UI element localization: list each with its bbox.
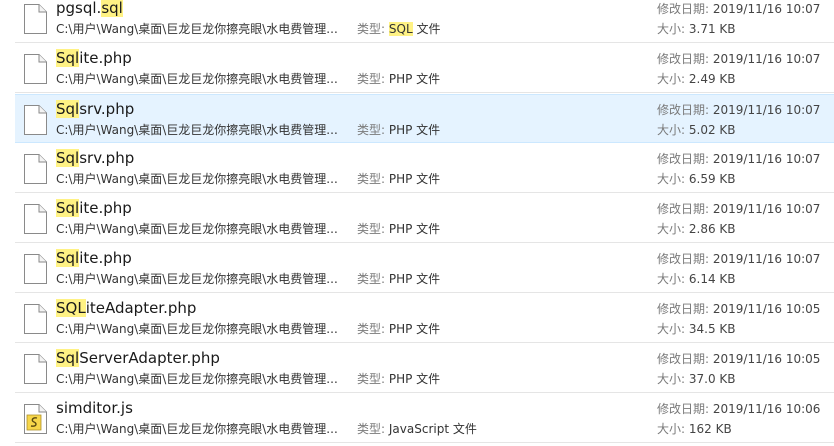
blank-file-icon [24, 154, 47, 184]
file-size: 大小: 162 KB [657, 422, 732, 436]
modified-date: 修改日期: 2019/11/16 10:05 [657, 302, 821, 316]
file-path: C:\用户\Wang\桌面\巨龙巨龙你擦亮眼\水电费管理... [56, 22, 338, 36]
file-row-selected[interactable]: Sqlsrv.php C:\用户\Wang\桌面\巨龙巨龙你擦亮眼\水电费管理.… [15, 94, 834, 143]
file-path: C:\用户\Wang\桌面\巨龙巨龙你擦亮眼\水电费管理... [56, 72, 338, 86]
file-size: 大小: 3.71 KB [657, 22, 736, 36]
search-match-highlight: Sql [56, 249, 80, 267]
modified-date: 修改日期: 2019/11/16 10:07 [657, 252, 821, 266]
search-match-highlight: SQL [56, 299, 86, 317]
file-name[interactable]: SqlServerAdapter.php [56, 349, 220, 368]
file-size: 大小: 5.02 KB [657, 123, 736, 137]
file-path: C:\用户\Wang\桌面\巨龙巨龙你擦亮眼\水电费管理... [56, 222, 338, 236]
modified-date: 修改日期: 2019/11/16 10:06 [657, 402, 821, 416]
file-name[interactable]: Sqlite.php [56, 199, 132, 218]
blank-file-icon [24, 105, 47, 135]
file-type: 类型: PHP 文件 [357, 172, 441, 186]
search-match-highlight: Sql [56, 349, 80, 367]
search-match-highlight: Sql [56, 199, 80, 217]
file-name[interactable]: Sqlite.php [56, 249, 132, 268]
file-type: 类型: PHP 文件 [357, 322, 441, 336]
blank-file-icon [24, 4, 47, 34]
file-row[interactable]: simditor.js C:\用户\Wang\桌面\巨龙巨龙你擦亮眼\水电费管理… [15, 394, 834, 443]
file-name[interactable]: Sqlsrv.php [56, 100, 134, 119]
search-results-list: pgsql.sql C:\用户\Wang\桌面\巨龙巨龙你擦亮眼\水电费管理..… [0, 0, 834, 446]
file-row[interactable]: SqlServerAdapter.php C:\用户\Wang\桌面\巨龙巨龙你… [15, 344, 834, 393]
file-type: 类型: SQL 文件 [357, 22, 441, 36]
file-type: 类型: JavaScript 文件 [357, 422, 477, 436]
file-name[interactable]: pgsql.sql [56, 0, 123, 18]
javascript-file-icon [24, 404, 47, 434]
file-row[interactable]: SQLiteAdapter.php C:\用户\Wang\桌面\巨龙巨龙你擦亮眼… [15, 294, 834, 343]
file-type: 类型: PHP 文件 [357, 272, 441, 286]
file-row[interactable]: Sqlsrv.php C:\用户\Wang\桌面\巨龙巨龙你擦亮眼\水电费管理.… [15, 144, 834, 193]
file-size: 大小: 6.14 KB [657, 272, 736, 286]
file-name[interactable]: Sqlite.php [56, 49, 132, 68]
modified-date: 修改日期: 2019/11/16 10:05 [657, 352, 821, 366]
file-size: 大小: 2.86 KB [657, 222, 736, 236]
file-type: 类型: PHP 文件 [357, 222, 441, 236]
search-match-highlight: SQL [388, 22, 413, 36]
file-name[interactable]: SQLiteAdapter.php [56, 299, 196, 318]
blank-file-icon [24, 204, 47, 234]
modified-date: 修改日期: 2019/11/16 10:07 [657, 202, 821, 216]
file-path: C:\用户\Wang\桌面\巨龙巨龙你擦亮眼\水电费管理... [56, 322, 338, 336]
blank-file-icon [24, 354, 47, 384]
file-name[interactable]: simditor.js [56, 399, 133, 418]
blank-file-icon [24, 304, 47, 334]
modified-date: 修改日期: 2019/11/16 10:07 [657, 152, 821, 166]
search-match-highlight: sql [101, 0, 123, 17]
file-path: C:\用户\Wang\桌面\巨龙巨龙你擦亮眼\水电费管理... [56, 422, 338, 436]
file-path: C:\用户\Wang\桌面\巨龙巨龙你擦亮眼\水电费管理... [56, 272, 338, 286]
search-match-highlight: Sql [56, 149, 80, 167]
file-path: C:\用户\Wang\桌面\巨龙巨龙你擦亮眼\水电费管理... [56, 123, 338, 137]
file-type: 类型: PHP 文件 [357, 123, 441, 137]
file-type: 类型: PHP 文件 [357, 72, 441, 86]
file-path: C:\用户\Wang\桌面\巨龙巨龙你擦亮眼\水电费管理... [56, 172, 338, 186]
modified-date: 修改日期: 2019/11/16 10:07 [657, 2, 821, 16]
file-name[interactable]: Sqlsrv.php [56, 149, 134, 168]
file-size: 大小: 34.5 KB [657, 322, 736, 336]
search-match-highlight: Sql [56, 49, 80, 67]
search-match-highlight: Sql [56, 100, 80, 118]
file-path: C:\用户\Wang\桌面\巨龙巨龙你擦亮眼\水电费管理... [56, 372, 338, 386]
file-type: 类型: PHP 文件 [357, 372, 441, 386]
blank-file-icon [24, 54, 47, 84]
file-row[interactable]: Sqlite.php C:\用户\Wang\桌面\巨龙巨龙你擦亮眼\水电费管理.… [15, 44, 834, 93]
file-row[interactable]: pgsql.sql C:\用户\Wang\桌面\巨龙巨龙你擦亮眼\水电费管理..… [15, 0, 834, 43]
file-row[interactable]: Sqlite.php C:\用户\Wang\桌面\巨龙巨龙你擦亮眼\水电费管理.… [15, 244, 834, 293]
file-size: 大小: 37.0 KB [657, 372, 736, 386]
blank-file-icon [24, 254, 47, 284]
file-size: 大小: 2.49 KB [657, 72, 736, 86]
file-size: 大小: 6.59 KB [657, 172, 736, 186]
file-row[interactable]: Sqlite.php C:\用户\Wang\桌面\巨龙巨龙你擦亮眼\水电费管理.… [15, 194, 834, 243]
modified-date: 修改日期: 2019/11/16 10:07 [657, 52, 821, 66]
modified-date: 修改日期: 2019/11/16 10:07 [657, 103, 821, 117]
